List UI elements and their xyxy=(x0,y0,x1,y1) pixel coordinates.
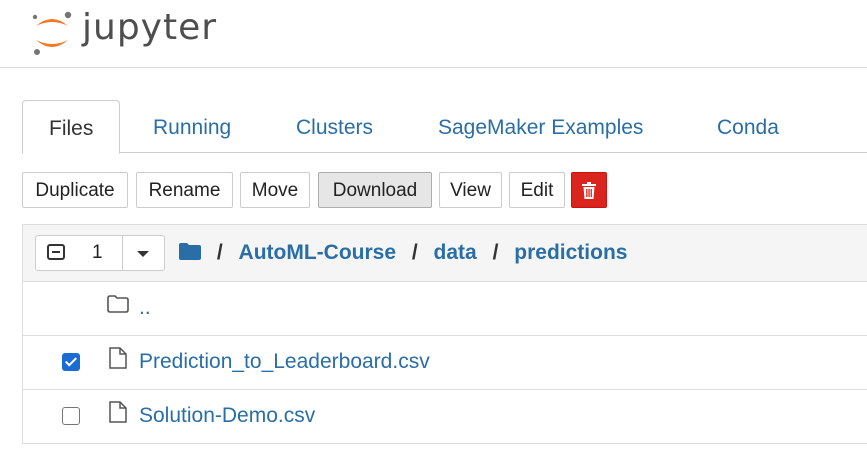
tab-sagemaker-examples[interactable]: SageMaker Examples xyxy=(438,100,643,152)
app-name[interactable]: jupyter xyxy=(82,7,217,48)
file-checkbox[interactable] xyxy=(62,353,80,371)
selection-dropdown[interactable]: 1 xyxy=(35,235,165,271)
folder-icon[interactable] xyxy=(179,243,201,260)
breadcrumb: / AutoML-Course / data / predictions xyxy=(179,225,627,281)
breadcrumb-automl-course[interactable]: AutoML-Course xyxy=(239,241,396,264)
folder-outline-icon xyxy=(107,295,129,313)
tab-files[interactable]: Files xyxy=(22,100,121,154)
file-name[interactable]: Solution-Demo.csv xyxy=(139,389,315,443)
move-button[interactable]: Move xyxy=(240,172,310,208)
tab-running[interactable]: Running xyxy=(153,100,231,152)
file-checkbox[interactable] xyxy=(62,407,80,425)
view-button[interactable]: View xyxy=(439,172,502,208)
edit-button[interactable]: Edit xyxy=(509,172,565,208)
file-icon xyxy=(109,401,127,423)
duplicate-button[interactable]: Duplicate xyxy=(22,172,128,208)
breadcrumb-separator: / xyxy=(216,241,223,264)
list-item-file[interactable]: Solution-Demo.csv xyxy=(23,389,867,443)
header: jupyter xyxy=(0,0,867,68)
file-list-header: 1 / AutoML-Course / data / predictions xyxy=(23,225,867,282)
breadcrumb-separator: / xyxy=(411,241,418,264)
selected-count: 1 xyxy=(92,242,103,263)
rename-button[interactable]: Rename xyxy=(136,172,233,208)
chevron-down-icon[interactable] xyxy=(123,236,165,270)
download-button[interactable]: Download xyxy=(318,172,432,208)
trash-icon xyxy=(582,182,596,199)
file-name[interactable]: Prediction_to_Leaderboard.csv xyxy=(139,335,430,389)
tab-clusters[interactable]: Clusters xyxy=(296,100,373,152)
list-item-file[interactable]: Prediction_to_Leaderboard.csv xyxy=(23,335,867,390)
breadcrumb-separator: / xyxy=(492,241,499,264)
file-icon xyxy=(109,347,127,369)
jupyter-logo-icon[interactable] xyxy=(28,8,76,56)
select-all-toggle[interactable]: 1 xyxy=(36,236,123,270)
minus-square-icon xyxy=(47,244,65,260)
list-item-parent-folder[interactable]: .. xyxy=(23,281,867,336)
file-list: 1 / AutoML-Course / data / predictions .… xyxy=(22,224,867,444)
breadcrumb-predictions[interactable]: predictions xyxy=(514,241,627,264)
tab-conda[interactable]: Conda xyxy=(717,100,779,152)
breadcrumb-data[interactable]: data xyxy=(434,241,477,264)
delete-button[interactable] xyxy=(571,172,607,208)
file-name[interactable]: .. xyxy=(139,281,151,335)
tab-bar: Files Running Clusters SageMaker Example… xyxy=(22,100,867,154)
